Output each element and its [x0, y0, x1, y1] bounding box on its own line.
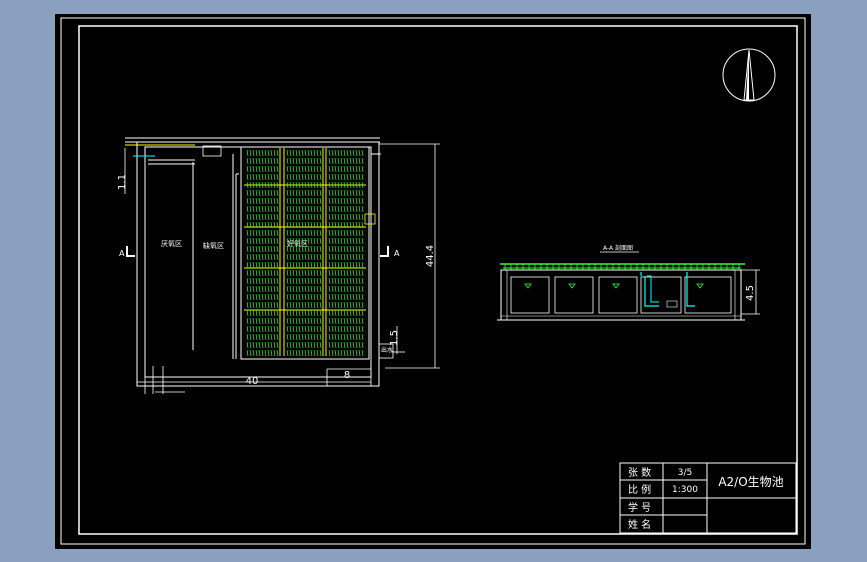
plan-top-left-dimension: 1.1 [117, 174, 128, 190]
inner-frame [78, 25, 798, 535]
sheet-count-label: 张 数 [628, 466, 651, 479]
section-title: A-A 剖面图 [603, 244, 633, 252]
outer-frame [60, 17, 806, 545]
plan-length-dimension: 40 [246, 376, 259, 387]
title-block: 张 数 3/5 比 例 1:300 学 号 姓 名 A2/O生物池 [619, 462, 797, 534]
zone-anaerobic-label: 厌氧区 [161, 239, 182, 248]
plan-height-dimension: 44.4 [425, 245, 436, 267]
sheet-count-value: 3/5 [678, 468, 692, 478]
outlet-label: 出水 [381, 346, 393, 354]
drawing-title: A2/O生物池 [718, 475, 783, 489]
name-label: 姓 名 [628, 518, 651, 531]
north-arrow-icon [722, 48, 776, 102]
scale-value: 1:300 [672, 485, 698, 495]
cad-drawing: 出水 40 8 44.4 1.5 1.1 A A 厌氧区 缺氧区 好氧区 A-A… [60, 17, 806, 545]
section-mark-right: A [394, 249, 400, 258]
section-view: A-A 剖面图 4.5 [497, 244, 760, 321]
student-id-label: 学 号 [628, 501, 651, 514]
scale-label: 比 例 [628, 483, 651, 496]
drawing-sheet: 出水 40 8 44.4 1.5 1.1 A A 厌氧区 缺氧区 好氧区 A-A… [55, 14, 811, 549]
plan-bottom-right-dimension: 1.5 [389, 330, 400, 346]
zone-anoxic-label: 缺氧区 [203, 241, 224, 250]
section-mark-left: A [119, 249, 125, 258]
plan-view: 出水 40 8 44.4 1.5 1.1 A A 厌氧区 缺氧区 好氧区 [117, 137, 440, 394]
section-depth-dimension: 4.5 [745, 285, 756, 301]
aeration-pattern [244, 148, 366, 357]
plan-small-dimension: 8 [344, 370, 350, 381]
section-pipe-ticks [504, 264, 740, 270]
